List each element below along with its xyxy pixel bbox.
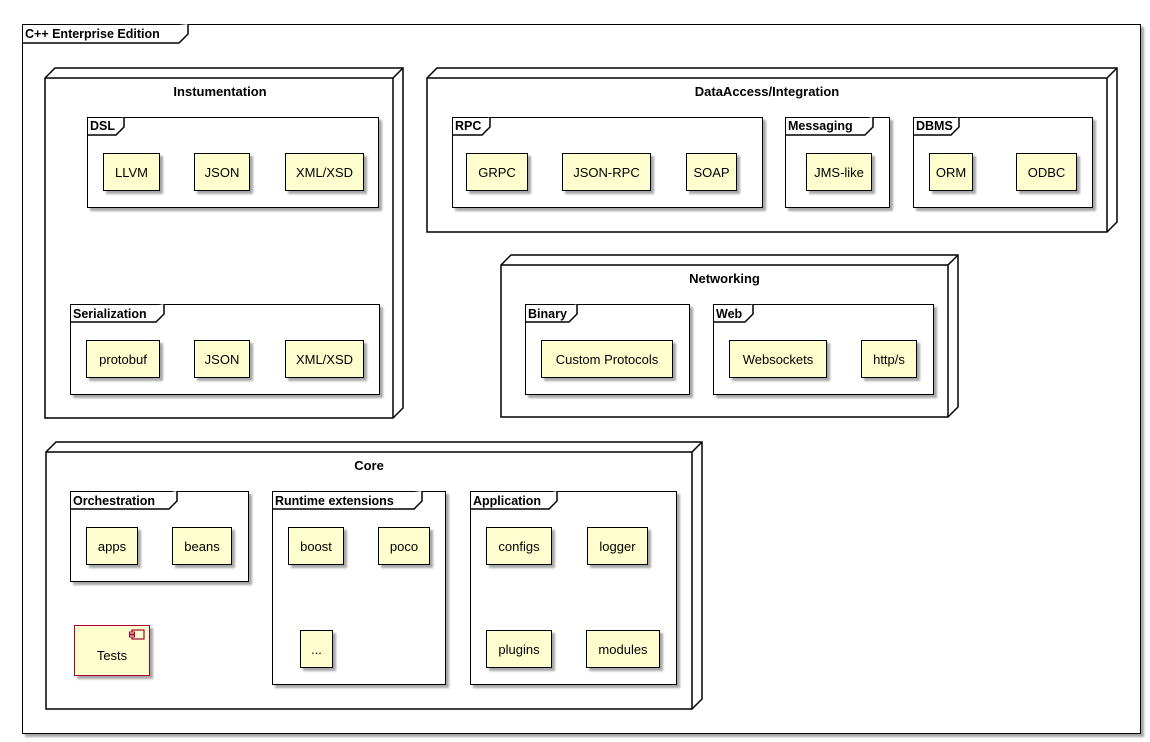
package-dsl-title: DSL [90, 119, 115, 133]
package-messaging-title: Messaging [788, 119, 853, 133]
artifact-https[interactable]: http/s [861, 340, 917, 378]
package-orchestration-title: Orchestration [73, 494, 155, 508]
artifact-xml-xsd[interactable]: XML/XSD [285, 153, 364, 191]
node-networking-title: Networking [689, 271, 760, 286]
artifact-beans[interactable]: beans [172, 527, 232, 565]
component-tests-label: Tests [96, 648, 128, 663]
artifact-boost[interactable]: boost [288, 527, 344, 565]
node-data-access-title: DataAccess/Integration [694, 84, 840, 99]
component-icon [129, 629, 145, 640]
artifact-grpc[interactable]: GRPC [466, 153, 528, 191]
artifact-websockets[interactable]: Websockets [729, 340, 827, 378]
package-application-title: Application [473, 494, 542, 508]
artifact-odbc[interactable]: ODBC [1016, 153, 1077, 191]
artifact-modules[interactable]: modules [586, 630, 660, 668]
artifact-xml-xsd[interactable]: XML/XSD [285, 340, 364, 378]
package-binary-title: Binary [528, 307, 567, 321]
artifact-poco[interactable]: poco [378, 527, 430, 565]
artifact-orm[interactable]: ORM [929, 153, 973, 191]
package-rpc-title: RPC [455, 119, 482, 133]
artifact-json-rpc[interactable]: JSON-RPC [562, 153, 651, 191]
package-runtime-extensions-title: Runtime extensions [275, 494, 394, 508]
artifact-logger[interactable]: logger [587, 527, 648, 565]
artifact-json[interactable]: JSON [194, 340, 250, 378]
package-runtime-extensions [272, 491, 446, 685]
artifact-apps[interactable]: apps [86, 527, 138, 565]
package-serialization-title: Serialization [73, 307, 147, 321]
artifact-ellipsis[interactable]: ... [300, 630, 333, 668]
package-web-title: Web [716, 307, 743, 321]
artifact-protobuf[interactable]: protobuf [86, 340, 160, 378]
package-dbms-title: DBMS [916, 119, 953, 133]
artifact-json[interactable]: JSON [194, 153, 250, 191]
artifact-configs[interactable]: configs [486, 527, 552, 565]
artifact-jms-like[interactable]: JMS-like [806, 153, 872, 191]
artifact-soap[interactable]: SOAP [686, 153, 737, 191]
artifact-plugins[interactable]: plugins [486, 630, 552, 668]
node-instrumentation-title: Instumentation [173, 84, 267, 99]
artifact-custom-protocols[interactable]: Custom Protocols [541, 340, 673, 378]
node-core-title: Core [354, 458, 384, 473]
outer-frame-title: C++ Enterprise Edition [25, 27, 160, 41]
artifact-llvm[interactable]: LLVM [103, 153, 160, 191]
